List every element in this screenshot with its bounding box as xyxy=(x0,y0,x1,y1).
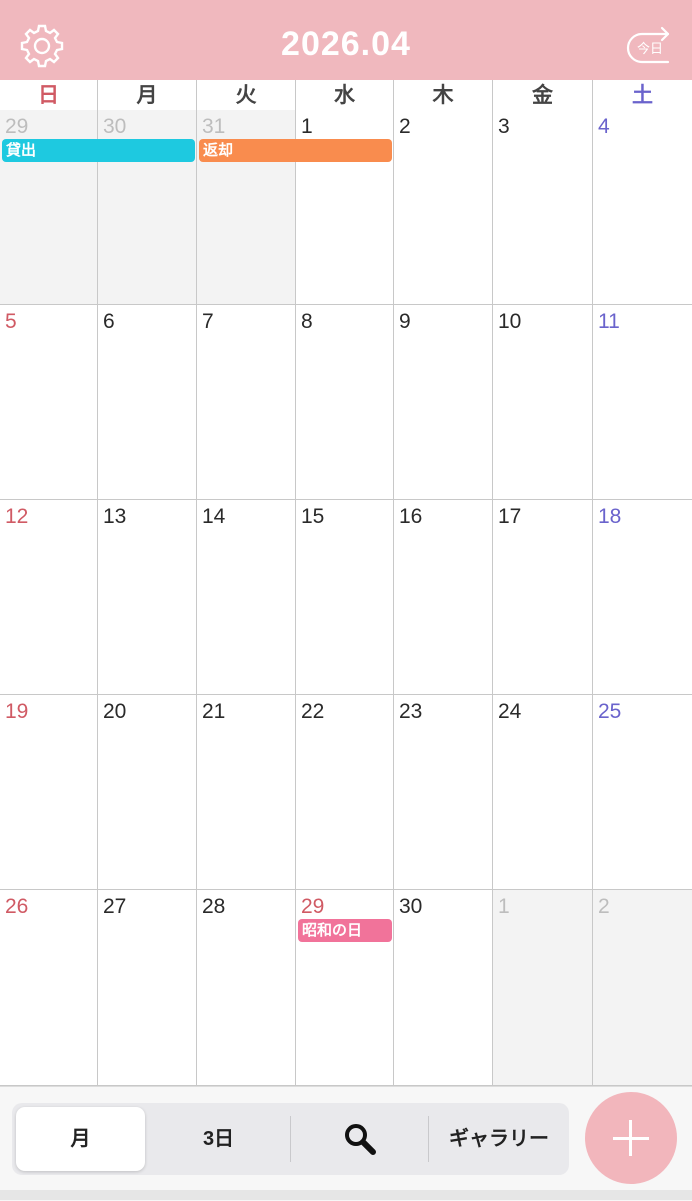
day-number: 21 xyxy=(202,700,226,723)
day-number: 11 xyxy=(598,310,620,333)
day-number: 7 xyxy=(202,310,214,333)
add-event-button[interactable] xyxy=(585,1092,677,1184)
today-return-icon[interactable]: 今日 xyxy=(626,22,674,68)
day-number: 23 xyxy=(399,700,423,723)
day-number: 29 xyxy=(301,895,325,918)
day-cell[interactable]: 30 xyxy=(394,890,493,1086)
day-cell[interactable]: 23 xyxy=(394,695,493,890)
home-indicator-bar xyxy=(0,1190,692,1200)
day-cell[interactable]: 18 xyxy=(593,500,692,695)
day-cell[interactable]: 3 xyxy=(493,110,593,305)
event-bar[interactable]: 昭和の日 xyxy=(298,919,392,942)
day-cell[interactable]: 24 xyxy=(493,695,593,890)
day-cell[interactable]: 15 xyxy=(296,500,394,695)
day-cell[interactable]: 28 xyxy=(197,890,296,1086)
day-cell[interactable]: 21 xyxy=(197,695,296,890)
day-cell[interactable]: 20 xyxy=(98,695,197,890)
day-number: 3 xyxy=(498,115,510,138)
weekday-label: 火 xyxy=(197,80,296,110)
day-number: 27 xyxy=(103,895,127,918)
day-cell[interactable]: 9 xyxy=(394,305,493,500)
tab-search[interactable] xyxy=(291,1103,428,1175)
weekday-header-row: 日月火水木金 土 xyxy=(0,80,692,111)
day-number: 1 xyxy=(498,895,510,918)
day-number: 15 xyxy=(301,505,325,528)
day-cell[interactable]: 19 xyxy=(0,695,98,890)
day-cell[interactable]: 10 xyxy=(493,305,593,500)
day-number: 12 xyxy=(5,505,29,528)
day-cell[interactable]: 6 xyxy=(98,305,197,500)
weekday-label: 日 xyxy=(0,80,98,110)
weekday-label: 金 xyxy=(493,80,593,110)
day-cell[interactable]: 11 xyxy=(593,305,692,500)
day-number: 5 xyxy=(5,310,17,333)
day-number: 31 xyxy=(202,115,226,138)
tab-3day[interactable]: 3日 xyxy=(151,1103,286,1175)
day-cell[interactable]: 12 xyxy=(0,500,98,695)
day-number: 30 xyxy=(103,115,127,138)
day-number: 28 xyxy=(202,895,226,918)
day-number: 26 xyxy=(5,895,29,918)
day-number: 24 xyxy=(498,700,522,723)
view-switcher: 月 3日 ギャラリー xyxy=(12,1103,569,1175)
today-label: 今日 xyxy=(637,41,663,57)
day-number: 20 xyxy=(103,700,127,723)
day-number: 4 xyxy=(598,115,610,138)
day-number: 8 xyxy=(301,310,313,333)
day-number: 10 xyxy=(498,310,522,333)
day-cell[interactable]: 7 xyxy=(197,305,296,500)
day-number: 16 xyxy=(399,505,423,528)
day-cell[interactable]: 25 xyxy=(593,695,692,890)
day-cell[interactable]: 27 xyxy=(98,890,197,1086)
day-number: 1 xyxy=(301,115,313,138)
day-cell[interactable]: 13 xyxy=(98,500,197,695)
day-number: 25 xyxy=(598,700,622,723)
day-cell[interactable]: 2 xyxy=(593,890,692,1086)
tab-gallery[interactable]: ギャラリー xyxy=(429,1103,569,1175)
weekday-label: 木 xyxy=(394,80,493,110)
day-number: 6 xyxy=(103,310,115,333)
weekday-label: 土 xyxy=(632,84,653,107)
day-cell[interactable]: 4 xyxy=(593,110,692,305)
day-number: 17 xyxy=(498,505,522,528)
day-cell[interactable]: 5 xyxy=(0,305,98,500)
day-cell[interactable]: 8 xyxy=(296,305,394,500)
day-cell[interactable]: 2 xyxy=(394,110,493,305)
day-number: 18 xyxy=(598,505,622,528)
day-number: 2 xyxy=(399,115,411,138)
month-title: 2026.04 xyxy=(281,25,411,63)
day-cell[interactable]: 17 xyxy=(493,500,593,695)
event-bar[interactable]: 返却 xyxy=(199,139,392,162)
weekday-label: 水 xyxy=(296,80,394,110)
search-icon xyxy=(344,1124,376,1155)
month-grid: 29 30 31 1 2 3 4 5 6 7 8 9 10 11 12 13 14 15 16 17 18 19 20 21 2… xyxy=(0,110,692,1086)
bottom-toolbar: 月 3日 ギャラリー xyxy=(0,1086,692,1201)
day-number: 29 xyxy=(5,115,29,138)
day-cell[interactable]: 22 xyxy=(296,695,394,890)
day-number: 22 xyxy=(301,700,325,723)
event-bar[interactable]: 貸出 xyxy=(2,139,195,162)
tab-month[interactable]: 月 xyxy=(16,1107,145,1171)
day-cell[interactable]: 14 xyxy=(197,500,296,695)
day-number: 2 xyxy=(598,895,610,918)
app-header: 2026.04 今日 xyxy=(0,0,692,80)
day-number: 19 xyxy=(5,700,29,723)
day-number: 30 xyxy=(399,895,423,918)
weekday-label: 月 xyxy=(98,80,197,110)
day-cell[interactable]: 26 xyxy=(0,890,98,1086)
day-number: 9 xyxy=(399,310,411,333)
day-cell[interactable]: 16 xyxy=(394,500,493,695)
day-number: 13 xyxy=(103,505,127,528)
day-number: 14 xyxy=(202,505,226,528)
day-cell[interactable]: 1 xyxy=(493,890,593,1086)
